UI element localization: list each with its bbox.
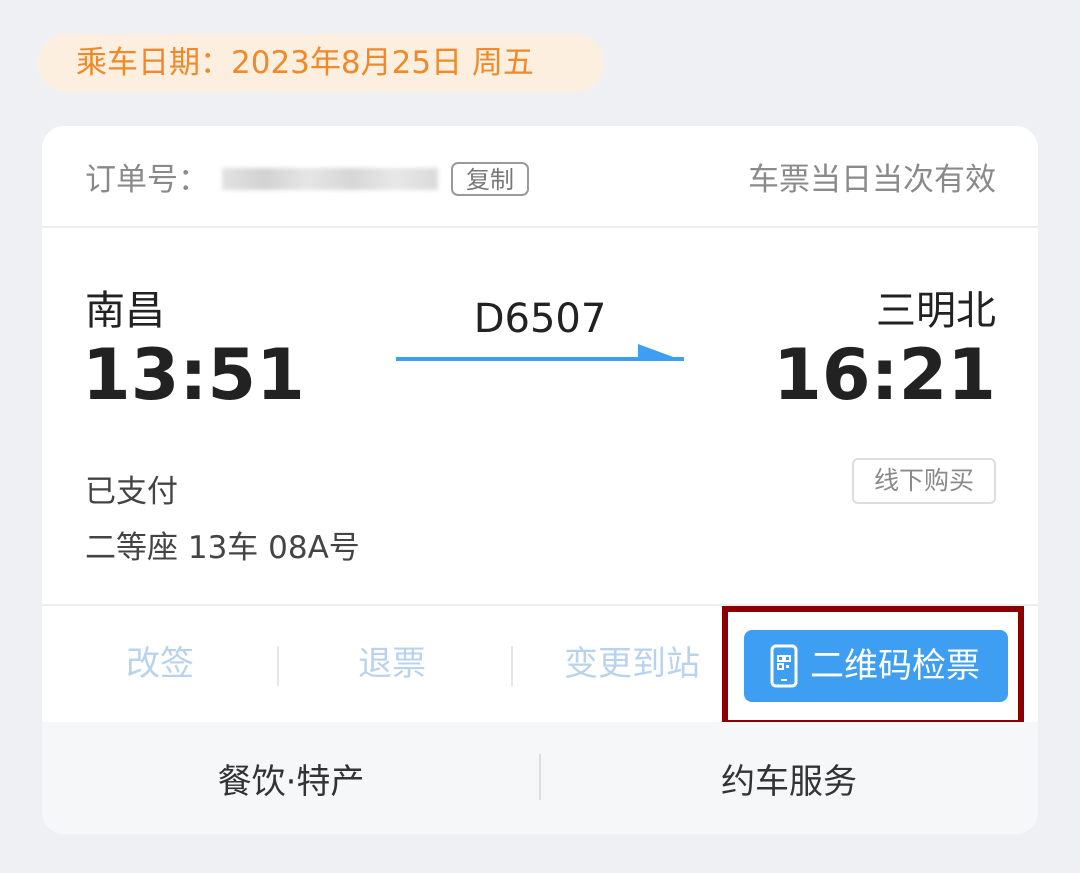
service-row: 餐饮·特产 约车服务 [42, 722, 1038, 834]
action-divider [277, 646, 279, 686]
refund-button[interactable]: 退票 [312, 636, 472, 685]
phone-qr-icon [770, 644, 798, 688]
ticket-card: 订单号： 复制 车票当日当次有效 南昌 13:51 D6507 三明北 16:2… [42, 126, 1038, 834]
direction-arrow-icon [396, 344, 684, 361]
ride-hailing-button[interactable]: 约车服务 [540, 754, 1038, 803]
ride-date-label: 乘车日期：2023年8月25日 周五 [76, 45, 534, 81]
action-divider [511, 646, 513, 686]
copy-button[interactable]: 复制 [451, 162, 529, 196]
departure-station: 南昌 [85, 288, 165, 334]
seat-info: 二等座 13车 08A号 [85, 530, 360, 566]
ride-date-badge: 乘车日期：2023年8月25日 周五 [38, 34, 604, 92]
change-ticket-button[interactable]: 改签 [80, 636, 240, 685]
payment-status: 已支付 [85, 474, 178, 510]
change-destination-button[interactable]: 变更到站 [547, 636, 717, 685]
qr-checkin-button[interactable]: 二维码检票 [744, 630, 1008, 702]
arrival-time: 16:21 [773, 334, 996, 416]
action-row: 改签 退票 变更到站 二维码检票 [42, 604, 1038, 726]
arrival-station: 三明北 [876, 288, 996, 334]
train-number: D6507 [473, 296, 607, 342]
order-row: 订单号： 复制 车票当日当次有效 [42, 126, 1038, 228]
ticket-validity-note: 车票当日当次有效 [748, 162, 996, 198]
departure-time: 13:51 [82, 334, 305, 416]
food-specialty-button[interactable]: 餐饮·特产 [42, 754, 540, 803]
order-number-redacted [222, 168, 438, 190]
order-number-label: 订单号： [85, 162, 209, 198]
qr-checkin-label: 二维码检票 [810, 646, 980, 686]
purchase-channel-tag: 线下购买 [852, 458, 996, 504]
